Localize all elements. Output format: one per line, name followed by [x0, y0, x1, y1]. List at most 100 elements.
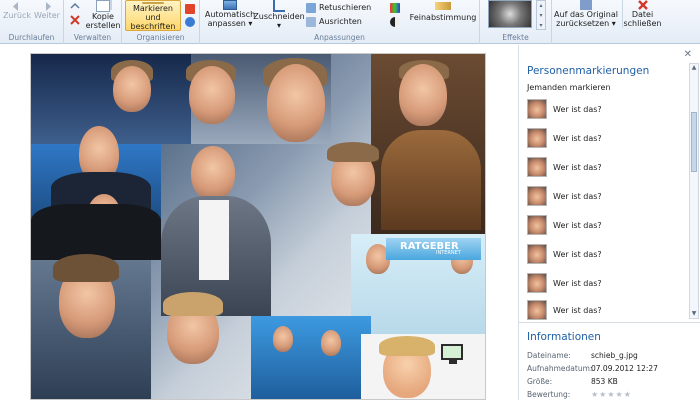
color-icon[interactable] [390, 3, 400, 13]
filename-value[interactable]: schieb_g.jpg [591, 351, 638, 360]
group-organize: Markieren und beschriften Organisieren [122, 0, 200, 44]
group-manage: Kopie erstellen Verwalten [64, 0, 122, 44]
scroll-up-icon[interactable]: ▲ [690, 64, 698, 72]
person-sweater [31, 204, 161, 260]
ribbon: Zurück Weiter Durchlaufen Kopie erstelle… [0, 0, 700, 44]
scroll-thumb[interactable] [691, 112, 697, 172]
effect-thumbnail[interactable] [488, 0, 532, 28]
exposure-icon[interactable] [390, 17, 400, 27]
person-thumbnail [527, 128, 547, 148]
finetune-label: Feinabstimmung [409, 13, 477, 22]
forward-arrow-icon [46, 2, 51, 11]
person-tag-item[interactable]: Wer ist das? [527, 97, 687, 121]
info-row-date: Aufnahmedatum: 07.09.2012 12:27 [527, 364, 697, 373]
person-tag-item[interactable]: Wer ist das? [527, 213, 687, 237]
date-label: Aufnahmedatum: [527, 364, 593, 373]
crop-icon [273, 0, 285, 12]
retouch-button[interactable]: Retuschieren [306, 2, 371, 13]
info-row-size: Größe: 853 KB [527, 377, 697, 386]
photo-tile [251, 316, 371, 399]
back-arrow-icon [13, 2, 18, 11]
crop-button[interactable]: Zuschneiden ▾ [253, 0, 305, 30]
tag-caption-button[interactable]: Markieren und beschriften [125, 0, 181, 31]
ratgeber-banner: RATGEBER INTERNET [386, 238, 481, 260]
rating-label: Bewertung: [527, 390, 571, 399]
auto-label-1: Automatisch [204, 10, 256, 19]
revert-label-2: zurücksetzen [556, 19, 610, 28]
person-face [273, 326, 293, 352]
person-tag-item[interactable]: Wer ist das? [527, 271, 687, 295]
info-title: Informationen [527, 331, 601, 343]
person-tag-label: Wer ist das? [553, 104, 602, 114]
person-tag-label: Wer ist das? [553, 191, 602, 201]
revert-button[interactable]: Auf das Original zurücksetzen ▾ [554, 0, 618, 28]
group-label-navigate: Durchlaufen [8, 33, 55, 42]
person-jacket [381, 130, 481, 230]
person-face [191, 146, 235, 200]
person-hair [327, 142, 379, 162]
group-effects: ▴ ▾ ▾ Effekte [480, 0, 552, 44]
close-label-1: Datei [631, 10, 654, 19]
person-face [267, 64, 325, 142]
scroll-down-icon[interactable]: ▼ [690, 310, 698, 318]
person-thumbnail [527, 186, 547, 206]
copy-button[interactable]: Kopie erstellen [86, 0, 120, 30]
people-tags-title: Personenmarkierungen [527, 65, 650, 77]
person-face [189, 66, 235, 124]
rating-stars[interactable]: ★★★★★ [591, 390, 632, 399]
chevron-down-icon: ▾ [276, 21, 281, 30]
person-thumbnail [527, 99, 547, 119]
person-tag-item[interactable]: Wer ist das? [527, 126, 687, 150]
monitor-icon [441, 344, 463, 364]
person-tag-item[interactable]: Wer ist das? [527, 298, 687, 322]
close-icon[interactable]: ✕ [684, 49, 692, 60]
person-hair [163, 292, 223, 316]
info-pane: ✕ Personenmarkierungen Jemanden markiere… [518, 45, 700, 400]
group-label-effects: Effekte [502, 33, 529, 42]
filename-label: Dateiname: [527, 351, 571, 360]
photo-collage[interactable]: RATGEBER INTERNET [30, 53, 486, 400]
chevron-down-icon: ▾ [248, 19, 253, 28]
revert-label-2-wrap: zurücksetzen ▾ [556, 19, 616, 28]
auto-adjust-button[interactable]: Automatisch anpassen ▾ [204, 0, 256, 28]
copy-icon [96, 0, 110, 12]
person-tag-label: Wer ist das? [553, 305, 602, 315]
group-label-adjust: Anpassungen [314, 33, 365, 42]
auto-adjust-icon [223, 0, 237, 10]
person-tag-item[interactable]: Wer ist das? [527, 184, 687, 208]
chevron-down-icon: ▾ [611, 19, 616, 28]
delete-x-icon[interactable] [70, 15, 80, 25]
group-label-organize: Organisieren [136, 33, 185, 42]
info-icon[interactable] [185, 17, 195, 27]
finetune-button[interactable]: Feinabstimmung [409, 2, 477, 22]
person-tag-item[interactable]: Wer ist das? [527, 155, 687, 179]
auto-label-2-wrap: anpassen ▾ [208, 19, 253, 28]
effects-gallery-scroll[interactable]: ▴ ▾ ▾ [536, 0, 546, 30]
group-label-manage: Verwalten [73, 33, 112, 42]
reorder-icon [70, 2, 80, 9]
forward-button[interactable]: Weiter [34, 2, 60, 20]
person-tag-label: Wer ist das? [553, 162, 602, 172]
flag-icon[interactable] [185, 4, 195, 14]
close-file-button[interactable]: Datei schließen [622, 0, 662, 28]
person-face [321, 330, 341, 356]
back-button[interactable]: Zurück [3, 2, 31, 20]
crop-label: Zuschneiden [253, 12, 305, 21]
person-thumbnail [527, 215, 547, 235]
info-row-rating: Bewertung: ★★★★★ [527, 390, 697, 399]
people-scrollbar[interactable]: ▲ ▼ [689, 63, 699, 319]
person-thumbnail [527, 244, 547, 264]
straighten-icon [306, 16, 316, 27]
back-label: Zurück [3, 11, 31, 20]
tag-someone-link[interactable]: Jemanden markieren [527, 83, 611, 92]
straighten-button[interactable]: Ausrichten [306, 16, 362, 27]
info-row-filename: Dateiname: schieb_g.jpg [527, 351, 697, 360]
person-thumbnail [527, 157, 547, 177]
banner-subtitle: INTERNET [436, 250, 461, 256]
auto-label-2: anpassen [207, 19, 246, 28]
copy-label-2: erstellen [85, 21, 121, 30]
group-navigate: Zurück Weiter Durchlaufen [0, 0, 64, 44]
person-tag-label: Wer ist das? [553, 249, 602, 259]
person-tag-item[interactable]: Wer ist das? [527, 242, 687, 266]
close-red-x-icon [637, 0, 648, 10]
